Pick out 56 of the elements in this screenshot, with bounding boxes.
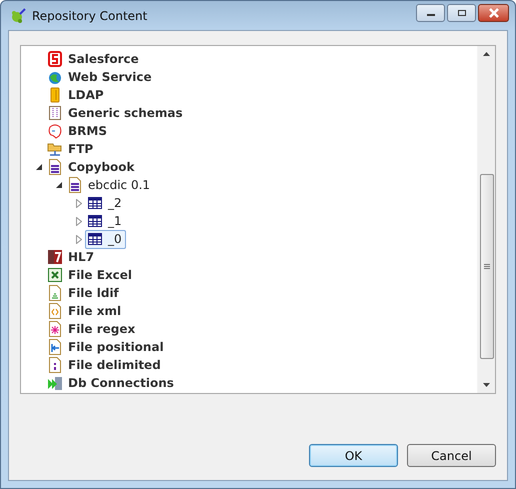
vertical-scrollbar[interactable] — [477, 46, 495, 393]
tree-item[interactable]: File regex — [45, 320, 140, 338]
window-title: Repository Content — [32, 8, 148, 22]
close-button[interactable] — [478, 4, 509, 22]
grip-icon — [484, 264, 490, 270]
table-icon — [87, 213, 103, 229]
globe-icon — [47, 69, 63, 85]
tree-item[interactable]: _0 — [85, 230, 126, 248]
file-icon — [47, 339, 63, 355]
file-icon — [47, 357, 63, 373]
scroll-up-arrow-icon[interactable] — [483, 52, 490, 56]
maximize-button[interactable] — [447, 4, 476, 22]
tree-item[interactable]: Copybook — [45, 158, 139, 176]
app-icon — [10, 8, 26, 24]
tree-item[interactable]: _2 — [85, 194, 126, 212]
head-outline-icon — [47, 123, 63, 139]
table-icon — [87, 195, 103, 211]
s-logo-icon — [47, 51, 63, 67]
cancel-button[interactable]: Cancel — [407, 444, 496, 467]
tree-item[interactable]: Generic schemas — [45, 104, 187, 122]
expand-arrow-icon[interactable] — [76, 234, 82, 244]
tree-item[interactable]: Web Service — [45, 68, 156, 86]
collapse-arrow-icon[interactable] — [56, 182, 62, 188]
tree-item[interactable]: File Excel — [45, 266, 136, 284]
tree-item[interactable]: _1 — [85, 212, 126, 230]
document-icon — [47, 159, 63, 175]
tree-item[interactable]: Db Connections — [45, 374, 178, 392]
document-icon — [67, 177, 83, 193]
scroll-thumb[interactable] — [480, 174, 494, 359]
hl7-icon — [47, 249, 63, 265]
tree-item[interactable]: ebcdic 0.1 — [65, 176, 154, 194]
close-icon — [488, 8, 500, 18]
database-icon — [47, 375, 63, 391]
scroll-down-arrow-icon[interactable] — [483, 383, 490, 387]
tree-item[interactable]: FTP — [45, 140, 98, 158]
tree-item[interactable]: File xml — [45, 302, 126, 320]
table-icon — [87, 231, 103, 247]
tree-item[interactable]: LDAP — [45, 86, 108, 104]
tree-item[interactable]: File ldif — [45, 284, 123, 302]
tree-item[interactable]: HL7 — [45, 248, 98, 266]
maximize-icon — [456, 8, 466, 16]
expand-arrow-icon[interactable] — [76, 216, 82, 226]
file-icon — [47, 321, 63, 337]
minimize-button[interactable] — [416, 4, 445, 22]
network-folder-icon — [47, 141, 63, 157]
schema-icon — [47, 105, 63, 121]
tree-item[interactable]: File delimited — [45, 356, 165, 374]
tree-item[interactable]: File positional — [45, 338, 168, 356]
expand-arrow-icon[interactable] — [76, 198, 82, 208]
tree-item[interactable]: BRMS — [45, 122, 111, 140]
file-icon — [47, 285, 63, 301]
collapse-arrow-icon[interactable] — [36, 164, 42, 170]
ok-button[interactable]: OK — [309, 444, 398, 467]
file-icon — [47, 303, 63, 319]
tree-item[interactable]: Salesforce — [45, 50, 143, 68]
spreadsheet-icon — [47, 267, 63, 283]
